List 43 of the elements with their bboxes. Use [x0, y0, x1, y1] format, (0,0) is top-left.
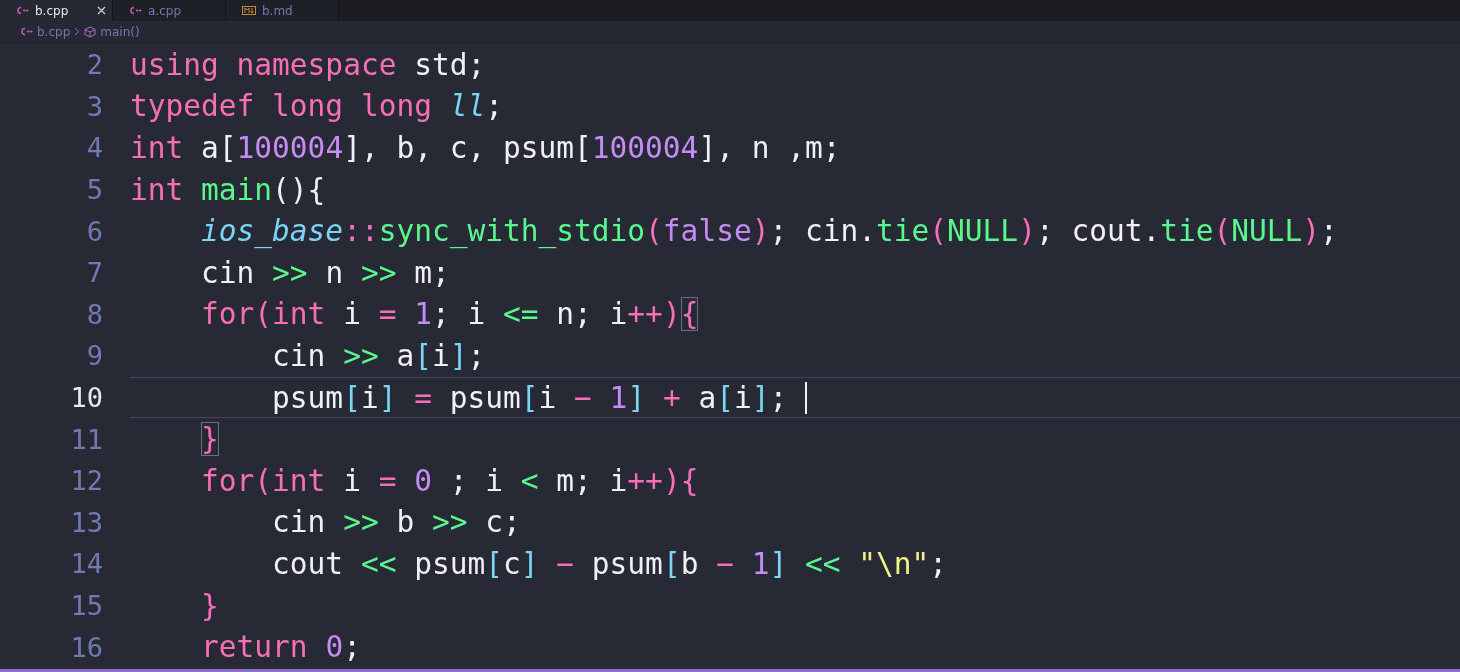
code-line: for(int i = 0 ; i < m; i++){	[200, 463, 699, 498]
chevron-icon	[74, 27, 81, 36]
line-number: 15	[69, 590, 103, 621]
code-line: for(int i = 1; i <= n; i++){	[200, 297, 699, 332]
line-number: 6	[85, 215, 103, 247]
line-number: 3	[85, 90, 103, 122]
line-number: 10	[69, 382, 103, 414]
line-number: 14	[69, 548, 103, 580]
code-line: psum[i] = psum[i − 1] + a[i];	[130, 380, 808, 415]
cpp-file-icon	[20, 27, 33, 36]
code-line: return 0;	[200, 630, 361, 665]
line-number: 7	[85, 257, 103, 289]
code-line: }	[200, 422, 219, 457]
close-icon[interactable]	[97, 6, 106, 15]
editor-tab[interactable]: b.cpp	[0, 0, 113, 21]
line-number: 11	[69, 423, 103, 455]
code-line: cin >> a[i];	[271, 338, 486, 373]
code-line: int a[100004], b, c, psum[100004], n ,m;	[130, 131, 841, 165]
line-number: 2	[85, 49, 103, 81]
line-number: 4	[85, 132, 103, 164]
cpp-file-icon	[16, 6, 29, 15]
code-line: int main(){	[130, 172, 326, 207]
code-line: typedef long long ll;	[130, 89, 503, 124]
editor-tab[interactable]: b.md	[226, 0, 339, 21]
editor-tab[interactable]: a.cpp	[113, 0, 226, 21]
line-number: 12	[69, 465, 103, 497]
line-number: 8	[85, 298, 103, 330]
text-cursor	[805, 381, 808, 414]
code-line: }	[200, 588, 219, 623]
code-line: ios_base::sync_with_stdio(false); cin.tie(NULL); cout.tie(NULL);	[200, 214, 1338, 249]
breadcrumb-item[interactable]: b.cpp	[37, 24, 71, 39]
markdown-file-icon	[242, 6, 256, 15]
cpp-file-icon	[129, 6, 142, 15]
line-number: 16	[69, 631, 103, 663]
code-line: cin >> b >> c;	[271, 505, 521, 540]
code-line: cout << psum[c] − psum[b − 1] << "\n";	[271, 546, 948, 581]
breadcrumb-item[interactable]: main()	[100, 24, 140, 39]
code-line: using namespace std;	[130, 47, 486, 82]
cube-icon	[84, 25, 97, 38]
code-line: cin >> n >> m;	[200, 255, 450, 290]
line-number: 9	[85, 340, 103, 372]
line-number: 5	[85, 174, 103, 206]
line-number: 13	[69, 506, 103, 538]
